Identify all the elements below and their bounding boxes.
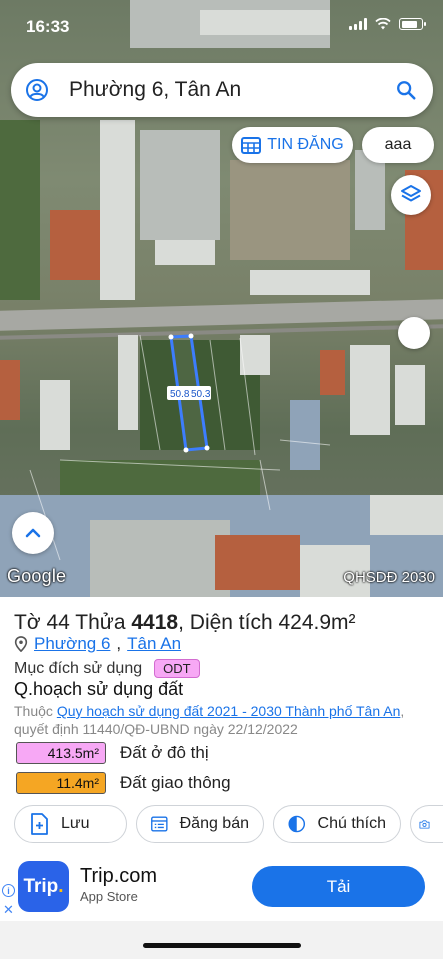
ad-store: App Store [80, 889, 138, 904]
status-bar: 16:33 [0, 0, 443, 50]
plan-heading: Q.hoạch sử dụng đất [14, 679, 184, 699]
ward-link[interactable]: Phường 6 [34, 634, 110, 654]
ad-logo-text: Trip [23, 875, 59, 897]
search-bar[interactable]: Phường 6, Tân An [11, 63, 433, 117]
list-post-icon [151, 816, 168, 832]
purpose-label: Mục đích sử dụng [14, 659, 143, 677]
battery-icon [399, 18, 426, 30]
parcel-address: Phường 6 , Tân An [14, 634, 181, 654]
save-button[interactable]: Lưu [14, 805, 127, 843]
plan-description: Thuộc Quy hoạch sử dụng đất 2021 - 2030 … [14, 702, 434, 738]
search-icon[interactable] [395, 79, 417, 101]
listings-chip-label: TIN ĐĂNG [267, 136, 344, 153]
chevron-up-icon [25, 528, 41, 538]
account-circle-icon[interactable] [25, 78, 49, 102]
layers-icon [401, 185, 421, 202]
bottom-area [0, 921, 443, 959]
ad-app-name: Trip.com [80, 865, 158, 887]
parcel-area: 424.9m² [278, 611, 356, 634]
sheet-number: 44 [46, 611, 70, 634]
camera-add-icon [419, 820, 430, 829]
post-button-label: Đăng bán [179, 815, 249, 832]
calendar-grid-icon [241, 137, 262, 154]
land-use-label: Đất ở đô thị [120, 743, 209, 762]
action-bar: Lưu Đăng bán Chú thích [14, 805, 443, 843]
map-layer-credit: QHSDĐ 2030 [343, 569, 435, 586]
plan-link[interactable]: Quy hoạch sử dụng đất 2021 - 2030 Thành … [57, 703, 401, 719]
save-button-label: Lưu [61, 815, 90, 832]
camera-button[interactable] [410, 805, 443, 843]
user-chip[interactable]: aaa [362, 127, 434, 163]
ad-app-logo: Trip. [18, 861, 69, 912]
location-button[interactable] [398, 317, 430, 349]
sheet-prefix: Tờ [14, 611, 41, 634]
bookmark-plus-icon [31, 813, 48, 835]
lot-prefix: Thửa [75, 611, 126, 634]
land-use-area-badge: 413.5m² [16, 742, 106, 764]
area-prefix: Diện tích [189, 611, 273, 634]
post-for-sale-button[interactable]: Đăng bán [136, 805, 264, 843]
wifi-icon [375, 18, 391, 30]
expand-button[interactable] [12, 512, 54, 554]
legend-button-label: Chú thích [317, 815, 386, 832]
legend-button[interactable]: Chú thích [273, 805, 401, 843]
parcel-edge-label: 50.8 [170, 389, 190, 400]
ad-install-button[interactable]: Tải [252, 866, 425, 907]
land-use-label: Đất giao thông [120, 773, 231, 792]
ad-info-icon[interactable]: i [2, 884, 15, 897]
parcel-edge-label: 50.3 [191, 389, 211, 400]
signal-icon [349, 18, 367, 30]
status-time: 16:33 [26, 17, 70, 36]
google-logo: Google [7, 566, 67, 586]
layers-button[interactable] [391, 175, 431, 215]
search-query[interactable]: Phường 6, Tân An [69, 78, 395, 102]
ad-close-icon[interactable]: ✕ [3, 902, 14, 918]
location-pin-icon [14, 636, 28, 652]
land-purpose: Mục đích sử dụng ODT [14, 659, 200, 678]
plan-prefix: Thuộc [14, 703, 53, 719]
ad-banner[interactable]: Trip. Trip.com App Store Tải [0, 853, 443, 921]
land-use-row: 413.5m² Đất ở đô thị [16, 742, 209, 764]
land-use-area-badge: 11.4m² [16, 772, 106, 794]
user-chip-label: aaa [384, 136, 412, 153]
lot-number: 4418 [131, 611, 179, 634]
half-circle-icon [288, 815, 306, 833]
city-link[interactable]: Tân An [127, 634, 181, 654]
land-use-row: 11.4m² Đất giao thông [16, 772, 231, 794]
parcel-title: Tờ 44 Thửa 4418, Diện tích 424.9m² [14, 611, 356, 634]
purpose-code-badge: ODT [154, 659, 200, 678]
home-indicator[interactable] [143, 943, 301, 948]
satellite-map[interactable]: 50.8 50.3 16:33 Phường 6, Tân An TIN ĐĂN… [0, 0, 443, 597]
listings-chip[interactable]: TIN ĐĂNG [232, 127, 353, 163]
